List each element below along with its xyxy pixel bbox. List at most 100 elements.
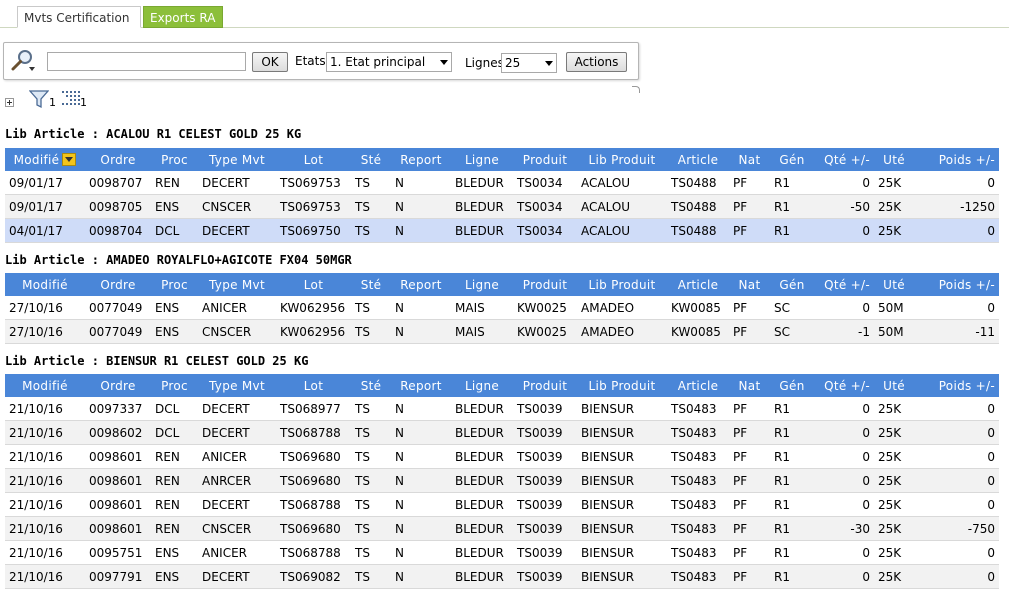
column-header-nat[interactable]: Nat bbox=[729, 273, 770, 296]
table-row[interactable]: 27/10/16 0077049 ENS ANICER KW062956 TS N MAIS K… bbox=[5, 296, 999, 320]
column-header-type-mvt[interactable]: Type Mvt bbox=[198, 148, 276, 171]
cell-proc: ENS bbox=[151, 540, 198, 565]
ok-button[interactable]: OK bbox=[252, 52, 288, 72]
column-header-modifie[interactable]: Modifié bbox=[5, 273, 85, 296]
column-header-ordre[interactable]: Ordre bbox=[85, 148, 151, 171]
cell-modifie: 09/01/17 bbox=[5, 194, 85, 219]
column-header-poids[interactable]: Poids +/- bbox=[914, 374, 999, 397]
table-row[interactable]: 21/10/16 0098602 DCL DECERT TS068788 TS N BLEDU… bbox=[5, 420, 999, 445]
cell-ste: TS bbox=[351, 194, 391, 219]
table-row[interactable]: 21/10/16 0097791 ENS DECERT TS069082 TS N BLEDU… bbox=[5, 564, 999, 589]
column-header-ligne[interactable]: Ligne bbox=[451, 374, 513, 397]
cell-ligne: BLEDUR bbox=[451, 540, 513, 565]
column-header-ordre[interactable]: Ordre bbox=[85, 273, 151, 296]
column-header-lib-produit[interactable]: Lib Produit bbox=[577, 273, 667, 296]
tab-mvts-certification[interactable]: Mvts Certification bbox=[17, 6, 141, 28]
data-table: Modifié Ordre Proc Type Mvt Lot Sté Report Lign… bbox=[5, 374, 999, 589]
column-header-modifie[interactable]: Modifié bbox=[5, 374, 85, 397]
column-header-proc[interactable]: Proc bbox=[151, 148, 198, 171]
column-header-article[interactable]: Article bbox=[667, 273, 729, 296]
column-header-proc[interactable]: Proc bbox=[151, 374, 198, 397]
search-input[interactable] bbox=[47, 52, 246, 71]
column-header-ste[interactable]: Sté bbox=[351, 374, 391, 397]
column-header-report[interactable]: Report bbox=[391, 273, 451, 296]
table-row[interactable]: 21/10/16 0098601 REN DECERT TS068788 TS N BLEDU… bbox=[5, 492, 999, 517]
column-header-qte[interactable]: Qté +/- bbox=[814, 148, 874, 171]
column-header-poids[interactable]: Poids +/- bbox=[914, 148, 999, 171]
table-row[interactable]: 21/10/16 0098601 REN ANICER TS069680 TS N BLEDU… bbox=[5, 444, 999, 469]
column-header-label: Gén bbox=[779, 152, 805, 167]
filter-funnel-icon[interactable] bbox=[29, 89, 49, 109]
column-header-nat[interactable]: Nat bbox=[729, 148, 770, 171]
column-header-label: Report bbox=[400, 152, 442, 167]
column-header-proc[interactable]: Proc bbox=[151, 273, 198, 296]
cell-proc: ENS bbox=[151, 564, 198, 589]
table-row[interactable]: 21/10/16 0097337 DCL DECERT TS068977 TS N BLEDU… bbox=[5, 397, 999, 421]
cell-type-mvt: CNSCER bbox=[198, 194, 276, 219]
cell-report: N bbox=[391, 319, 451, 344]
columns-grid-icon[interactable] bbox=[61, 90, 81, 108]
column-header-modifie[interactable]: Modifié bbox=[5, 148, 85, 171]
column-header-type-mvt[interactable]: Type Mvt bbox=[198, 273, 276, 296]
column-header-gen[interactable]: Gén bbox=[770, 273, 814, 296]
column-header-report[interactable]: Report bbox=[391, 148, 451, 171]
expand-plus-icon[interactable] bbox=[5, 98, 14, 107]
cell-article: TS0488 bbox=[667, 194, 729, 219]
column-header-label: Produit bbox=[522, 277, 568, 292]
column-header-label: Gén bbox=[779, 378, 805, 393]
column-header-ute[interactable]: Uté bbox=[874, 374, 914, 397]
column-header-lot[interactable]: Lot bbox=[276, 374, 351, 397]
column-header-ligne[interactable]: Ligne bbox=[451, 148, 513, 171]
column-header-lot[interactable]: Lot bbox=[276, 273, 351, 296]
lignes-select[interactable]: 25 bbox=[501, 53, 557, 73]
column-header-produit[interactable]: Produit bbox=[513, 374, 577, 397]
column-header-produit[interactable]: Produit bbox=[513, 148, 577, 171]
cell-proc: REN bbox=[151, 468, 198, 493]
table-row[interactable]: 04/01/17 0098704 DCL DECERT TS069750 TS N BLEDU… bbox=[5, 218, 999, 243]
cell-proc: ENS bbox=[151, 194, 198, 219]
column-header-gen[interactable]: Gén bbox=[770, 148, 814, 171]
column-header-article[interactable]: Article bbox=[667, 148, 729, 171]
cell-nat: PF bbox=[729, 319, 770, 344]
column-header-lib-produit[interactable]: Lib Produit bbox=[577, 148, 667, 171]
cell-poids: 0 bbox=[914, 492, 999, 517]
column-header-qte[interactable]: Qté +/- bbox=[814, 374, 874, 397]
table-row[interactable]: 27/10/16 0077049 ENS CNSCER KW062956 TS N MAIS K… bbox=[5, 319, 999, 344]
etats-select[interactable]: 1. Etat principal bbox=[326, 52, 452, 72]
cell-article: TS0483 bbox=[667, 444, 729, 469]
search-icon[interactable] bbox=[10, 48, 36, 72]
column-header-ste[interactable]: Sté bbox=[351, 148, 391, 171]
column-header-ordre[interactable]: Ordre bbox=[85, 374, 151, 397]
table-row[interactable]: 21/10/16 0098601 REN ANRCER TS069680 TS N BLEDU… bbox=[5, 468, 999, 493]
column-header-produit[interactable]: Produit bbox=[513, 273, 577, 296]
column-header-nat[interactable]: Nat bbox=[729, 374, 770, 397]
column-header-label: Ligne bbox=[464, 378, 500, 393]
column-header-poids[interactable]: Poids +/- bbox=[914, 273, 999, 296]
column-header-ligne[interactable]: Ligne bbox=[451, 273, 513, 296]
column-count: 1 bbox=[80, 96, 87, 109]
etats-select-value: 1. Etat principal bbox=[330, 55, 426, 69]
column-header-lib-produit[interactable]: Lib Produit bbox=[577, 374, 667, 397]
cell-lib-produit: AMADEO bbox=[577, 319, 667, 344]
column-header-ste[interactable]: Sté bbox=[351, 273, 391, 296]
table-row[interactable]: 09/01/17 0098705 ENS CNSCER TS069753 TS N BLEDU… bbox=[5, 194, 999, 219]
actions-button[interactable]: Actions bbox=[566, 52, 627, 72]
column-header-ute[interactable]: Uté bbox=[874, 273, 914, 296]
cell-type-mvt: ANICER bbox=[198, 540, 276, 565]
tab-exports-ra[interactable]: Exports RA bbox=[143, 6, 223, 28]
cell-report: N bbox=[391, 296, 451, 320]
table-row[interactable]: 21/10/16 0098601 REN CNSCER TS069680 TS N BLEDU… bbox=[5, 516, 999, 541]
column-header-type-mvt[interactable]: Type Mvt bbox=[198, 374, 276, 397]
column-header-gen[interactable]: Gén bbox=[770, 374, 814, 397]
column-header-report[interactable]: Report bbox=[391, 374, 451, 397]
column-header-article[interactable]: Article bbox=[667, 374, 729, 397]
table-row[interactable]: 21/10/16 0095751 ENS ANICER TS068788 TS N BLEDU… bbox=[5, 540, 999, 565]
cell-nat: PF bbox=[729, 516, 770, 541]
cell-report: N bbox=[391, 468, 451, 493]
column-header-label: Article bbox=[677, 277, 719, 292]
sort-dropdown-icon[interactable] bbox=[62, 152, 77, 166]
column-header-lot[interactable]: Lot bbox=[276, 148, 351, 171]
column-header-qte[interactable]: Qté +/- bbox=[814, 273, 874, 296]
table-row[interactable]: 09/01/17 0098707 REN DECERT TS069753 TS N BLEDU… bbox=[5, 171, 999, 195]
column-header-ute[interactable]: Uté bbox=[874, 148, 914, 171]
